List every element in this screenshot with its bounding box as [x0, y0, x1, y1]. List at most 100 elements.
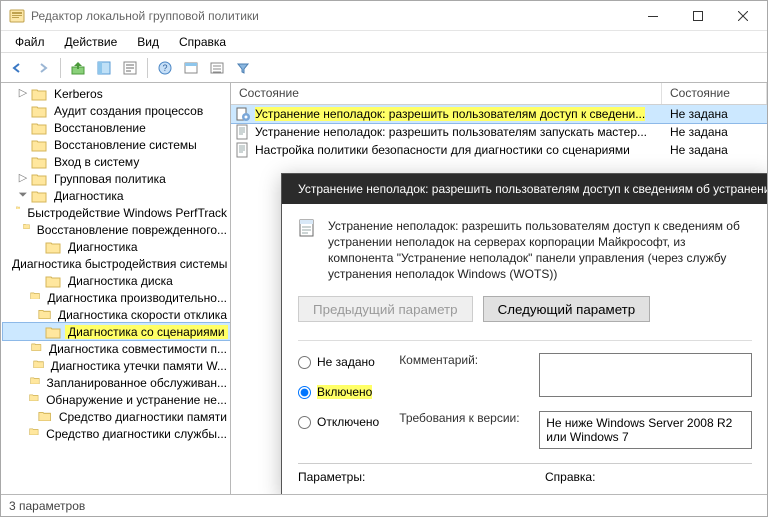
list[interactable]: Устранение неполадок: разрешить пользова…: [231, 105, 767, 159]
folder-icon: [38, 410, 51, 424]
next-param-button[interactable]: Следующий параметр: [483, 296, 651, 322]
tree-pane: ▷KerberosАудит создания процессовВосстан…: [1, 83, 231, 494]
tree-item[interactable]: Диагностика со сценариями: [3, 323, 230, 340]
list-row-state: Не задана: [662, 143, 767, 157]
tree-item-label: Диагностика производительно...: [44, 291, 230, 305]
folder-icon: [29, 427, 39, 441]
radio-not-configured[interactable]: Не задано: [298, 353, 379, 371]
folder-icon: [29, 393, 39, 407]
radio-enabled-label: Включено: [317, 385, 372, 399]
help-button[interactable]: ?: [153, 56, 177, 80]
export-list-button[interactable]: [118, 56, 142, 80]
list-header-col-state2[interactable]: Состояние: [662, 83, 767, 104]
folder-icon: [31, 104, 47, 118]
tree-item[interactable]: Диагностика совместимости п...: [3, 340, 230, 357]
prev-param-button[interactable]: Предыдущий параметр: [298, 296, 473, 322]
window: Редактор локальной групповой политики Фа…: [0, 0, 768, 517]
comment-input[interactable]: [539, 353, 752, 397]
maximize-button[interactable]: [675, 2, 720, 30]
radio-disabled-input[interactable]: [298, 416, 311, 429]
toolbar-extra-1[interactable]: [179, 56, 203, 80]
up-button[interactable]: [66, 56, 90, 80]
tree-item[interactable]: Восстановление: [3, 119, 230, 136]
tree-item[interactable]: Диагностика скорости отклика: [3, 306, 230, 323]
tree-item[interactable]: Восстановление поврежденного...: [3, 221, 230, 238]
comment-label: Комментарий:: [399, 353, 529, 367]
dialog-title: Устранение неполадок: разрешить пользова…: [298, 182, 767, 196]
twisty-closed-icon[interactable]: ▷: [17, 173, 29, 184]
tree-item-label: Диагностика совместимости п...: [46, 342, 230, 356]
requirements-value: Не ниже Windows Server 2008 R2 или Windo…: [539, 411, 752, 449]
filter-button[interactable]: [231, 56, 255, 80]
radio-enabled-input[interactable]: [298, 386, 311, 399]
tree-item-label: Восстановление поврежденного...: [34, 223, 230, 237]
tree-item-label: Восстановление системы: [51, 138, 200, 152]
svg-text:?: ?: [162, 63, 167, 73]
folder-icon: [30, 376, 40, 390]
list-row[interactable]: Настройка политики безопасности для диаг…: [231, 141, 767, 159]
tree-item[interactable]: Аудит создания процессов: [3, 102, 230, 119]
tree-item-label: Диагностика: [51, 189, 127, 203]
close-button[interactable]: [720, 2, 765, 30]
tree-item-label: Средство диагностики памяти: [56, 410, 230, 424]
radio-disabled[interactable]: Отключено: [298, 413, 379, 431]
folder-icon: [45, 240, 61, 254]
tree-item-label: Вход в систему: [51, 155, 142, 169]
window-title: Редактор локальной групповой политики: [31, 9, 630, 23]
tree-item-label: Аудит создания процессов: [51, 104, 206, 118]
statusbar: 3 параметров: [1, 494, 767, 516]
tree-item-label: Диагностика со сценариями: [65, 325, 228, 339]
show-hide-tree-button[interactable]: [92, 56, 116, 80]
folder-icon: [31, 87, 47, 101]
tree-item[interactable]: Восстановление системы: [3, 136, 230, 153]
tab-stub[interactable]: Рас: [231, 473, 265, 494]
tree[interactable]: ▷KerberosАудит создания процессовВосстан…: [1, 83, 230, 494]
list-row[interactable]: Устранение неполадок: разрешить пользова…: [231, 123, 767, 141]
back-button[interactable]: [5, 56, 29, 80]
folder-icon: [16, 206, 20, 220]
list-header-col-state[interactable]: Состояние: [231, 83, 662, 104]
tree-item[interactable]: Запланированное обслуживан...: [3, 374, 230, 391]
tree-item[interactable]: Вход в систему: [3, 153, 230, 170]
tree-item[interactable]: Диагностика утечки памяти W...: [3, 357, 230, 374]
tree-item[interactable]: Диагностика диска: [3, 272, 230, 289]
menu-file[interactable]: Файл: [7, 33, 53, 51]
tab-stub-label: Рас: [238, 478, 258, 492]
tree-item[interactable]: Диагностика производительно...: [3, 289, 230, 306]
list-row[interactable]: Устранение неполадок: разрешить пользова…: [231, 105, 767, 123]
toolbar-extra-2[interactable]: [205, 56, 229, 80]
radio-group: Не задано Включено Отключено: [298, 353, 379, 431]
twisty-open-icon[interactable]: ⏷: [17, 190, 29, 201]
titlebar: Редактор локальной групповой политики: [1, 1, 767, 31]
menu-view[interactable]: Вид: [129, 33, 167, 51]
tree-item[interactable]: Диагностика быстродействия системы: [3, 255, 230, 272]
minimize-button[interactable]: [630, 2, 675, 30]
forward-button[interactable]: [31, 56, 55, 80]
status-text: 3 параметров: [9, 499, 85, 513]
folder-icon: [45, 325, 61, 339]
twisty-closed-icon[interactable]: ▷: [17, 88, 29, 99]
list-row-label: Настройка политики безопасности для диаг…: [255, 143, 662, 157]
radio-not-configured-label: Не задано: [317, 355, 375, 369]
tree-item[interactable]: ▷ Kerberos: [3, 85, 230, 102]
radio-not-configured-input[interactable]: [298, 356, 311, 369]
tree-item-label: Kerberos: [51, 87, 106, 101]
policy-dialog: Устранение неполадок: разрешить пользова…: [281, 173, 767, 494]
tree-item[interactable]: Средство диагностики памяти: [3, 408, 230, 425]
tree-item[interactable]: Средство диагностики службы...: [3, 425, 230, 442]
folder-icon: [33, 359, 44, 373]
tree-item[interactable]: Обнаружение и устранение не...: [3, 391, 230, 408]
menu-help[interactable]: Справка: [171, 33, 234, 51]
menu-action[interactable]: Действие: [57, 33, 126, 51]
params-label: Параметры:: [298, 470, 505, 484]
policy-doc-icon: [235, 124, 251, 140]
tree-item-label: Диагностика: [65, 240, 141, 254]
tree-item[interactable]: Диагностика: [3, 238, 230, 255]
tree-item[interactable]: ▷Групповая политика: [3, 170, 230, 187]
tree-item[interactable]: Быстродействие Windows PerfTrack: [3, 204, 230, 221]
radio-enabled[interactable]: Включено: [298, 383, 379, 401]
folder-icon: [31, 172, 47, 186]
policy-doc-icon: [298, 218, 318, 238]
folder-icon: [45, 274, 61, 288]
tree-item[interactable]: ⏷ Диагностика: [3, 187, 230, 204]
